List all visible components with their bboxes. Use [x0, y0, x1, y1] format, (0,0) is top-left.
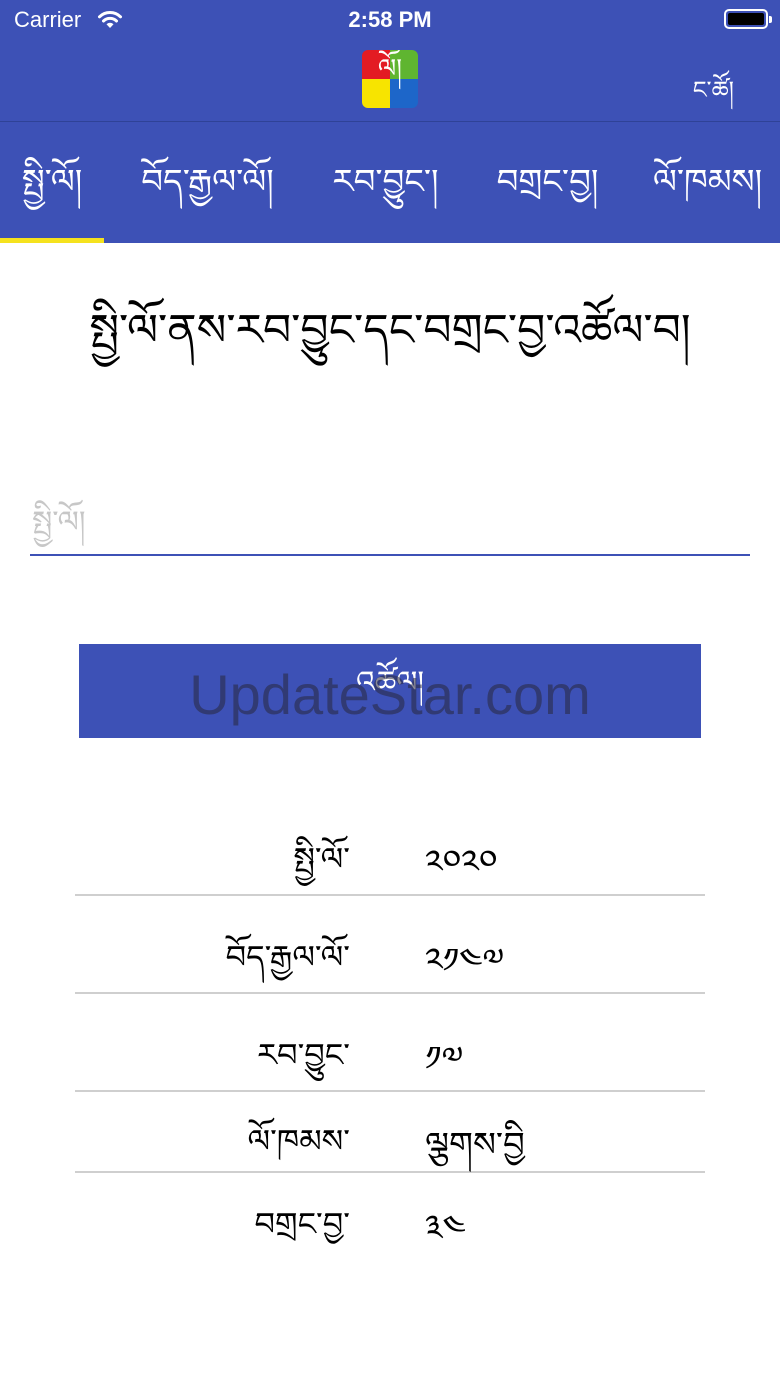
tab-label: སྤྱི་ལོ། [21, 162, 83, 202]
result-value: ༣༤ [425, 1208, 466, 1248]
result-row: ལོ་ཁམས་ ལྕགས་བྱི [75, 1092, 705, 1173]
result-row: སྤྱི་ལོ་ ༢༠༢༠ [75, 800, 705, 896]
app-header: Carrier 2:58 PM ལོ། ང་ཚོ། སྤྱི་ལོ། བོད་ར… [0, 0, 780, 243]
result-row: བགྲང་བྱ་ ༣༤ [75, 1173, 705, 1263]
results-table: སྤྱི་ལོ་ ༢༠༢༠ བོད་རྒྱལ་ལོ་ ༢༡༤༧ རབ་བྱུང་… [75, 800, 705, 1263]
result-row: རབ་བྱུང་ ༡༧ [75, 994, 705, 1092]
page-title: སྤྱི་ལོ་ནས་རབ་བྱུང་དང་བགྲང་བྱ་འཚོལ་བ། [89, 305, 691, 356]
tab-tibetan-royal-year[interactable]: བོད་རྒྱལ་ལོ། [130, 122, 285, 243]
tab-bar: སྤྱི་ལོ། བོད་རྒྱལ་ལོ། རབ་བྱུང་། བགྲང་བྱ།… [0, 122, 780, 243]
tab-label: ལོ་ཁམས། [652, 162, 763, 202]
result-label: བགྲང་བྱ་ [254, 1205, 350, 1243]
tab-label: བགྲང་བྱ། [496, 162, 599, 202]
status-bar: Carrier 2:58 PM [0, 0, 780, 40]
active-tab-indicator [0, 238, 104, 243]
tab-cycle-number[interactable]: བགྲང་བྱ། [480, 122, 615, 243]
tab-rabjung[interactable]: རབ་བྱུང་། [318, 122, 453, 243]
result-row: བོད་རྒྱལ་ལོ་ ༢༡༤༧ [75, 896, 705, 994]
search-button-label: འཚོལ། [355, 665, 425, 700]
app-logo: ལོ། [362, 50, 418, 108]
tab-gregorian-year[interactable]: སྤྱི་ལོ། [0, 122, 104, 243]
search-button[interactable]: འཚོལ། [79, 644, 701, 738]
battery-icon [724, 9, 772, 29]
logo-text: ལོ། [377, 54, 403, 84]
tab-label: བོད་རྒྱལ་ལོ། [141, 162, 274, 202]
tab-label: རབ་བྱུང་། [332, 162, 439, 202]
year-input[interactable] [30, 490, 750, 556]
status-time: 2:58 PM [348, 7, 432, 32]
tab-year-element[interactable]: ལོ་ཁམས། [640, 122, 775, 243]
